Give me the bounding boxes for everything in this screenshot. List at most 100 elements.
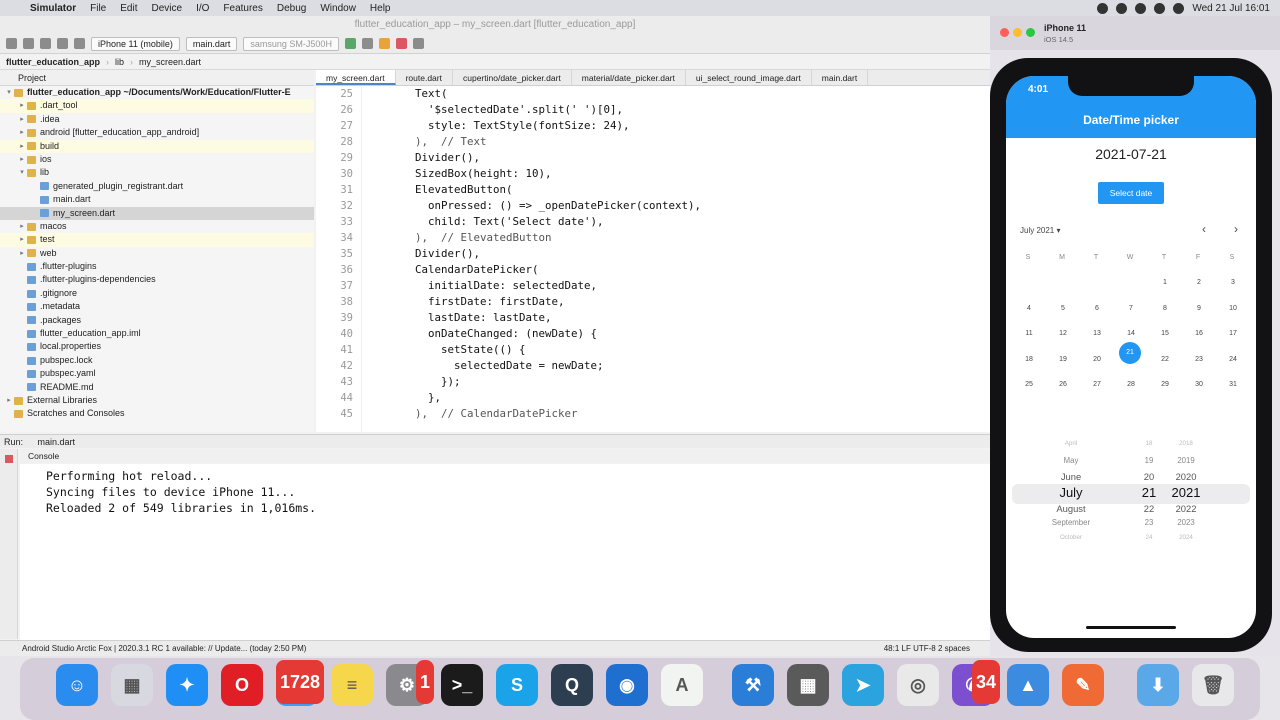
calendar-day[interactable]: 16 <box>1187 330 1211 337</box>
calendar-day[interactable]: 24 <box>1221 356 1245 363</box>
calendar-day[interactable]: 4 <box>1017 305 1041 312</box>
expand-arrow-icon[interactable]: ▸ <box>17 99 27 112</box>
picker-item[interactable]: 2023 <box>1168 518 1204 527</box>
code-line[interactable]: ), // Text <box>376 134 976 150</box>
mail-icon[interactable]: ✉1728 <box>275 660 324 706</box>
picker-item[interactable]: June <box>1036 471 1106 482</box>
tree-item[interactable]: my_screen.dart <box>0 206 314 220</box>
picker-item-selected[interactable]: July <box>1036 485 1106 500</box>
calendar-day[interactable]: 19 <box>1051 356 1075 363</box>
sourcetree-icon[interactable]: ◉ <box>606 664 648 706</box>
notes-icon[interactable]: ≡ <box>331 664 373 706</box>
picker-item[interactable]: August <box>1036 503 1106 514</box>
menu-item[interactable]: Help <box>370 3 391 14</box>
expand-arrow-icon[interactable]: ▸ <box>17 233 27 246</box>
tree-item[interactable]: README.md <box>0 381 314 394</box>
code-line[interactable]: }, <box>376 390 976 406</box>
code-line[interactable]: lastDate: lastDate, <box>376 310 976 326</box>
editor-tab[interactable]: cupertino/date_picker.dart <box>453 70 572 85</box>
viber-icon[interactable]: ✆34 <box>952 660 1000 706</box>
downloads-icon[interactable]: ⬇ <box>1137 664 1179 706</box>
calendar-day[interactable]: 12 <box>1051 330 1075 337</box>
menubar-clock[interactable]: Wed 21 Jul 16:01 <box>1192 3 1270 14</box>
menu-item[interactable]: Edit <box>120 3 137 14</box>
menu-item[interactable]: Window <box>320 3 356 14</box>
search-icon[interactable] <box>412 38 424 49</box>
code-line[interactable]: Text( <box>376 86 976 102</box>
launchpad-icon[interactable]: ▦ <box>111 664 153 706</box>
tree-item[interactable]: ▸ ios <box>0 153 314 166</box>
picker-item-selected[interactable]: 2021 <box>1168 485 1204 500</box>
code-line[interactable]: Divider(), <box>376 150 976 166</box>
tree-item[interactable]: ▸ build <box>0 139 314 153</box>
cupertino-date-picker[interactable]: April May June July August September October 18… <box>1006 440 1256 550</box>
open-icon[interactable] <box>6 38 17 49</box>
calendar-day[interactable]: 7 <box>1119 305 1143 312</box>
run-config-tab[interactable]: main.dart <box>38 437 76 447</box>
calendar-day[interactable]: 6 <box>1085 305 1109 312</box>
breadcrumb-item[interactable]: lib <box>115 57 124 67</box>
hot-reload-icon[interactable] <box>378 38 390 49</box>
tree-item[interactable]: Scratches and Consoles <box>0 407 314 420</box>
calculator-icon[interactable]: ▦ <box>787 664 829 706</box>
code-line[interactable]: onPressed: () => _openDatePicker(context… <box>376 198 976 214</box>
code-line[interactable]: firstDate: firstDate, <box>376 294 976 310</box>
code-line[interactable]: style: TextStyle(fontSize: 24), <box>376 118 976 134</box>
code-text[interactable]: Text( '$selectedDate'.split(' ')[0], sty… <box>376 86 976 422</box>
editor-tab[interactable]: ui_select_round_image.dart <box>686 70 812 85</box>
calendar-day[interactable]: 28 <box>1119 381 1143 388</box>
tree-item[interactable]: ▾ lib <box>0 166 314 179</box>
status-message[interactable]: Android Studio Arctic Fox | 2020.3.1 RC … <box>22 644 306 653</box>
console-output[interactable]: Performing hot reload... Syncing files to… <box>20 464 990 640</box>
run-config-select[interactable]: main.dart <box>185 36 238 51</box>
picker-item-selected[interactable]: 21 <box>1138 485 1160 500</box>
calendar-day[interactable]: 30 <box>1187 381 1211 388</box>
code-line[interactable]: selectedDate = newDate; <box>376 358 976 374</box>
calendar-day[interactable]: 27 <box>1085 381 1109 388</box>
picker-item[interactable]: October <box>1036 534 1106 541</box>
android-studio-icon[interactable]: A <box>661 664 703 706</box>
calendar-day[interactable]: 22 <box>1153 356 1177 363</box>
tree-item[interactable]: .packages <box>0 314 314 327</box>
picker-item[interactable]: 18 <box>1138 440 1160 447</box>
calendar-day[interactable]: 26 <box>1051 381 1075 388</box>
tree-item[interactable]: .gitignore <box>0 287 314 300</box>
tree-item[interactable]: ▸ web <box>0 247 314 260</box>
run-icon[interactable] <box>344 38 356 49</box>
xcode-icon[interactable]: ⚒ <box>732 664 774 706</box>
code-line[interactable]: ), // ElevatedButton <box>376 230 976 246</box>
calendar-day[interactable]: 31 <box>1221 381 1245 388</box>
calendar-day[interactable]: 14 <box>1119 330 1143 337</box>
stop-icon[interactable] <box>5 455 13 463</box>
tree-item[interactable]: local.properties <box>0 340 314 353</box>
simulator-icon[interactable]: ▲ <box>1007 664 1049 706</box>
menu-item[interactable]: File <box>90 3 106 14</box>
tree-item[interactable]: ▸ test <box>0 233 314 247</box>
telegram-icon[interactable]: ➤ <box>842 664 884 706</box>
expand-arrow-icon[interactable]: ▸ <box>17 126 27 139</box>
menu-app-name[interactable]: Simulator <box>30 3 76 14</box>
picker-item[interactable]: 22 <box>1138 503 1160 514</box>
calendar-day[interactable]: 5 <box>1051 305 1075 312</box>
tree-item[interactable]: ▸ External Libraries <box>0 394 314 407</box>
code-editor[interactable]: 25 26 27 28 29 30 31 32 33 34 35 36 37 38 39 40 41 42 43 44… <box>316 86 990 432</box>
code-line[interactable]: child: Text('Select date'), <box>376 214 976 230</box>
search-icon[interactable] <box>1173 2 1185 14</box>
expand-arrow-icon[interactable]: ▸ <box>17 140 27 153</box>
picker-item[interactable]: September <box>1036 518 1106 527</box>
calendar-day[interactable]: 1 <box>1153 279 1177 286</box>
back-icon[interactable] <box>57 38 68 49</box>
tree-item[interactable]: .flutter-plugins <box>0 260 314 273</box>
stop-icon[interactable] <box>395 38 407 49</box>
expand-arrow-icon[interactable]: ▾ <box>4 86 14 99</box>
tree-item[interactable]: flutter_education_app.iml <box>0 327 314 340</box>
calendar-day[interactable]: 25 <box>1017 381 1041 388</box>
expand-arrow-icon[interactable]: ▸ <box>17 153 27 166</box>
code-line[interactable]: setState(() { <box>376 342 976 358</box>
expand-arrow-icon[interactable]: ▸ <box>4 394 14 407</box>
code-line[interactable]: '$selectedDate'.split(' ')[0], <box>376 102 976 118</box>
calendar-day[interactable]: 11 <box>1017 330 1041 337</box>
tree-item[interactable]: pubspec.lock <box>0 354 314 367</box>
tree-item[interactable]: main.dart <box>0 193 314 206</box>
editor-tab[interactable]: main.dart <box>812 70 869 85</box>
